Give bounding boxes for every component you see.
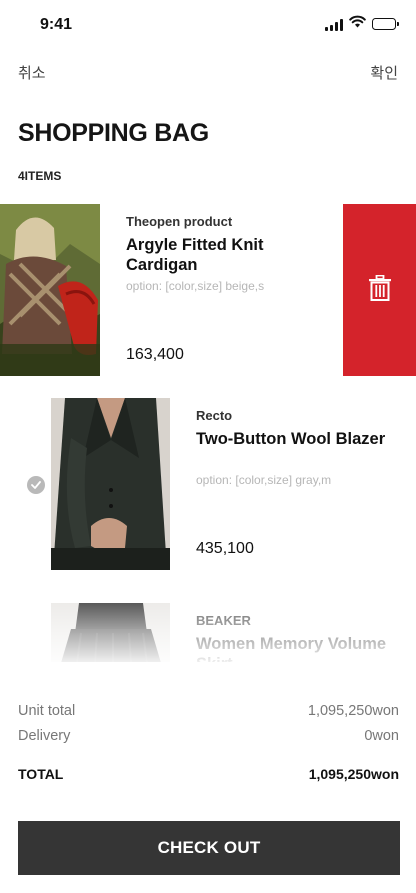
- product-photo: [51, 603, 170, 663]
- status-bar: 9:41: [0, 0, 416, 48]
- item-brand: BEAKER: [196, 613, 251, 628]
- confirm-button[interactable]: 확인: [370, 62, 398, 83]
- checkout-button[interactable]: CHECK OUT: [18, 821, 400, 875]
- unit-total-label: Unit total: [18, 703, 76, 719]
- product-photo: [0, 204, 100, 376]
- page-title: SHOPPING BAG: [18, 119, 209, 147]
- total-label: TOTAL: [18, 766, 64, 782]
- trash-icon: [368, 274, 392, 306]
- signal-icon: [325, 18, 343, 31]
- item-name: Women Memory Volume Skirt: [196, 635, 387, 663]
- item-price: 435,100: [196, 540, 254, 557]
- delivery-label: Delivery: [18, 728, 71, 744]
- item-brand: Recto: [196, 408, 233, 423]
- item-name: Argyle Fitted Knit Cardigan: [126, 236, 264, 274]
- cart-item[interactable]: Theopen product Argyle Fitted Knit Cardi…: [0, 204, 416, 376]
- battery-icon: [372, 18, 399, 30]
- cart-item[interactable]: BEAKER Women Memory Volume Skirt: [0, 603, 416, 663]
- item-brand: Theopen product: [126, 214, 233, 229]
- unit-total-row: Unit total 1,095,250won: [18, 703, 399, 719]
- status-time: 9:41: [40, 16, 73, 33]
- delivery-value: 0won: [364, 728, 399, 744]
- item-count: 4ITEMS: [18, 169, 62, 183]
- item-name: Two-Button Wool Blazer: [196, 430, 386, 448]
- cart-item[interactable]: Recto Two-Button Wool Blazer option: [co…: [0, 398, 416, 570]
- status-icons: [325, 15, 399, 33]
- check-circle-icon[interactable]: [27, 476, 45, 494]
- delete-button[interactable]: [343, 204, 416, 376]
- total-value: 1,095,250won: [308, 766, 399, 782]
- product-photo: [51, 398, 170, 570]
- wifi-icon: [349, 15, 366, 33]
- item-option: option: [color,size] gray,m: [196, 473, 332, 487]
- cancel-button[interactable]: 취소: [18, 62, 46, 83]
- item-price: 163,400: [126, 346, 184, 363]
- order-summary: Unit total 1,095,250won Delivery 0won TO…: [0, 662, 416, 893]
- total-row: TOTAL 1,095,250won: [18, 766, 399, 782]
- delivery-row: Delivery 0won: [18, 728, 399, 744]
- item-option: option: [color,size] beige,s: [126, 279, 265, 293]
- unit-total-value: 1,095,250won: [307, 703, 399, 719]
